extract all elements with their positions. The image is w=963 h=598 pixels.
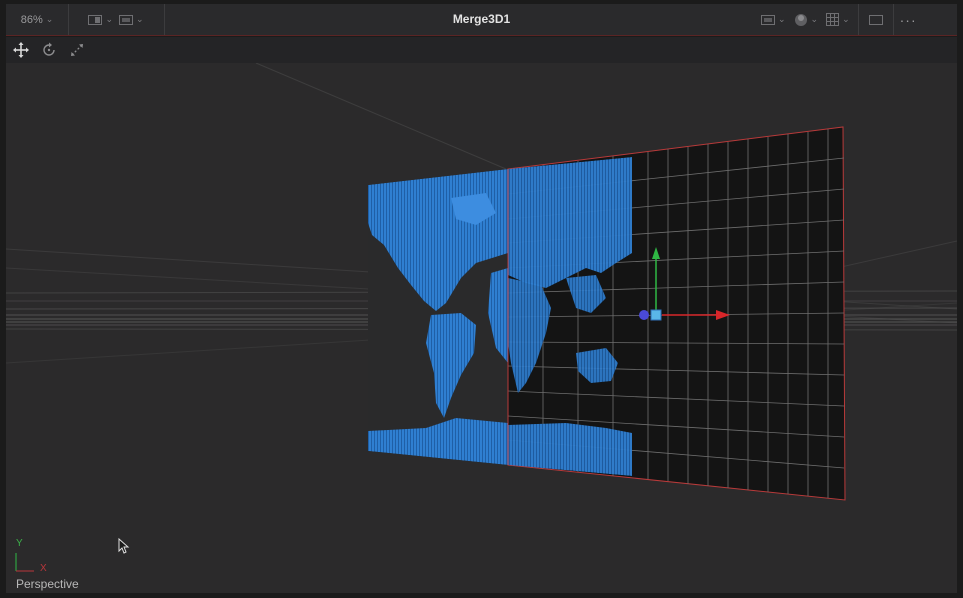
scale-tool-icon[interactable] — [68, 41, 86, 59]
3d-viewport[interactable] — [6, 63, 957, 593]
more-icon[interactable]: ··· — [894, 12, 923, 28]
lighting-dropdown[interactable]: ⌄ — [794, 13, 819, 27]
axis-indicator — [15, 553, 34, 572]
view-options-group: ⌄ ⌄ — [68, 4, 165, 35]
chevron-down-icon: ⌄ — [45, 14, 54, 24]
chevron-down-icon: ⌄ — [842, 14, 850, 24]
camera-label[interactable]: Perspective — [16, 577, 79, 591]
view-layout-dropdown[interactable]: ⌄ — [88, 14, 113, 25]
grid-icon — [826, 13, 840, 26]
fusion-viewer: 86% ⌄ ⌄ ⌄ Merge3D1 ⌄ ⌄ ⌄ ··· Y X Perspec… — [0, 0, 963, 598]
zoom-value: 86% — [20, 13, 43, 26]
axis-x-label: X — [40, 563, 47, 574]
transform-tools-bar — [6, 37, 957, 63]
viewer-toolbar: 86% ⌄ ⌄ ⌄ Merge3D1 ⌄ ⌄ ⌄ ··· — [6, 4, 957, 36]
axis-y-label: Y — [16, 538, 23, 549]
move-tool-icon[interactable] — [12, 41, 30, 59]
lighting-icon — [794, 13, 807, 26]
chevron-down-icon: ⌄ — [136, 14, 144, 24]
grid-dropdown[interactable]: ⌄ — [826, 13, 850, 26]
chevron-down-icon: ⌄ — [105, 14, 113, 24]
chevron-down-icon: ⌄ — [778, 14, 786, 24]
display-options-dropdown[interactable]: ⌄ — [761, 14, 786, 25]
mouse-cursor-icon — [118, 537, 130, 554]
zoom-dropdown[interactable]: 86% ⌄ — [6, 4, 69, 35]
world-map-left[interactable] — [368, 169, 508, 465]
single-view-icon — [868, 14, 883, 25]
scene-canvas[interactable] — [6, 63, 957, 593]
chevron-down-icon: ⌄ — [810, 14, 819, 24]
single-view-button[interactable] — [859, 14, 893, 25]
rotate-tool-icon[interactable] — [40, 41, 58, 59]
right-options-group: ⌄ ⌄ ⌄ ··· — [761, 4, 923, 35]
display-options-icon — [761, 14, 775, 25]
frame-icon — [119, 14, 133, 25]
view-layout-icon — [88, 14, 103, 25]
frame-dropdown[interactable]: ⌄ — [119, 14, 144, 25]
